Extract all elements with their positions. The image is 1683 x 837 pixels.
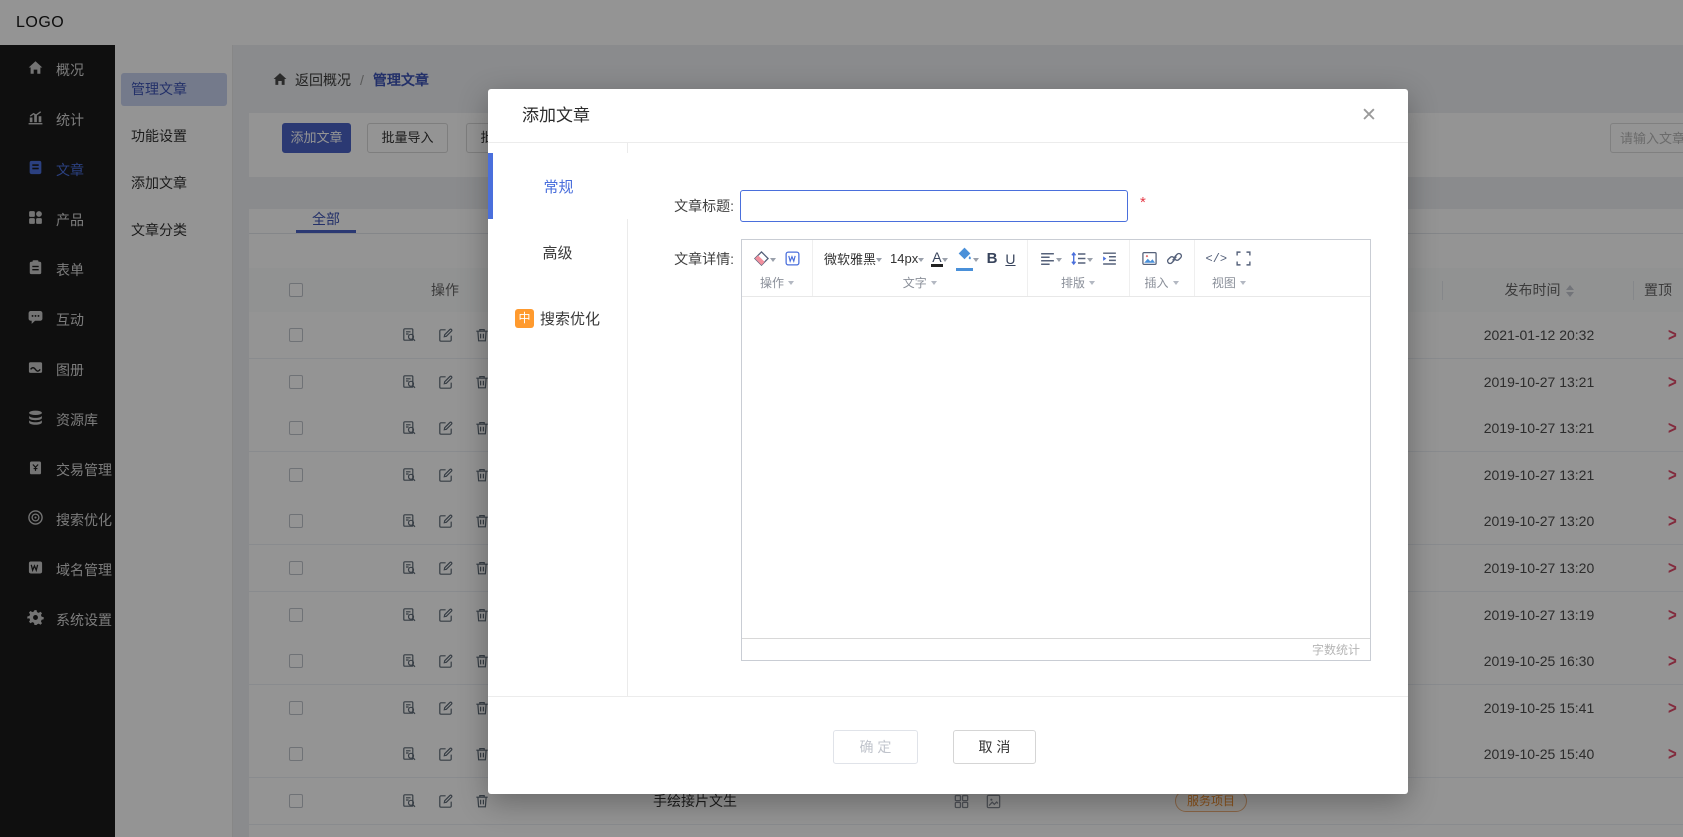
toolbar-group-insert: 插入 [1130,240,1195,296]
screen: LOGO 概况统计文章产品表单互动图册资源库交易管理搜索优化域名管理系统设置 管… [0,0,1683,837]
modal-footer: 确 定 取 消 [488,696,1408,794]
modal-tab-list: 常规 高级 中搜索优化 [488,143,628,696]
font-color-icon[interactable]: A [932,251,947,267]
required-asterisk: * [1140,194,1146,211]
word-import-icon[interactable] [784,250,801,267]
line-height-icon[interactable] [1070,250,1093,267]
font-family-select[interactable]: 微软雅黑 [824,249,882,268]
font-size-select[interactable]: 14px [890,251,924,266]
bg-color-icon[interactable] [956,246,979,271]
toolbar-label-text[interactable]: 文字 [824,272,1016,292]
toolbar-label-layout[interactable]: 排版 [1039,272,1118,292]
align-icon[interactable] [1039,250,1062,267]
eraser-icon[interactable] [753,250,776,267]
insert-image-icon[interactable] [1141,250,1158,267]
article-title-input[interactable] [740,190,1128,222]
toolbar-label-view[interactable]: 视图 [1206,272,1253,292]
toolbar-group-text: 微软雅黑 14px A B U 文字 [813,240,1028,296]
source-code-icon[interactable]: </> [1206,252,1228,266]
insert-link-icon[interactable] [1166,250,1183,267]
editor-content[interactable] [742,297,1370,638]
bold-button[interactable]: B [987,250,998,267]
rich-text-editor: 操作 微软雅黑 14px A B U 文字 [741,239,1371,661]
modal-tab-seo[interactable]: 中搜索优化 [488,285,627,351]
editor-toolbar: 操作 微软雅黑 14px A B U 文字 [742,240,1370,297]
toolbar-group-layout: 排版 [1028,240,1130,296]
word-count-label[interactable]: 字数统计 [1312,643,1360,657]
toolbar-label-operation[interactable]: 操作 [753,272,801,292]
modal-title: 添加文章 [522,89,590,143]
add-article-modal: 添加文章 ✕ 常规 高级 中搜索优化 文章标题: * 文章详情: [488,89,1408,794]
article-title-label: 文章标题: [656,190,734,222]
modal-header: 添加文章 ✕ [488,89,1408,143]
modal-body: 常规 高级 中搜索优化 文章标题: * 文章详情: [488,143,1408,696]
underline-button[interactable]: U [1005,251,1015,267]
toolbar-group-view: </> 视图 [1195,240,1264,296]
seo-badge: 中 [515,309,534,328]
modal-tab-general[interactable]: 常规 [488,153,629,219]
close-icon[interactable]: ✕ [1358,105,1380,127]
toolbar-group-operation: 操作 [742,240,813,296]
toolbar-label-insert[interactable]: 插入 [1141,272,1183,292]
confirm-button[interactable]: 确 定 [833,730,918,764]
editor-statusbar: 字数统计 [742,638,1370,661]
modal-form: 文章标题: * 文章详情: 操作 [628,143,1408,696]
modal-tab-advanced[interactable]: 高级 [488,219,627,285]
article-detail-label: 文章详情: [656,243,734,275]
indent-icon[interactable] [1101,250,1118,267]
cancel-button[interactable]: 取 消 [953,730,1036,764]
fullscreen-icon[interactable] [1235,250,1252,267]
